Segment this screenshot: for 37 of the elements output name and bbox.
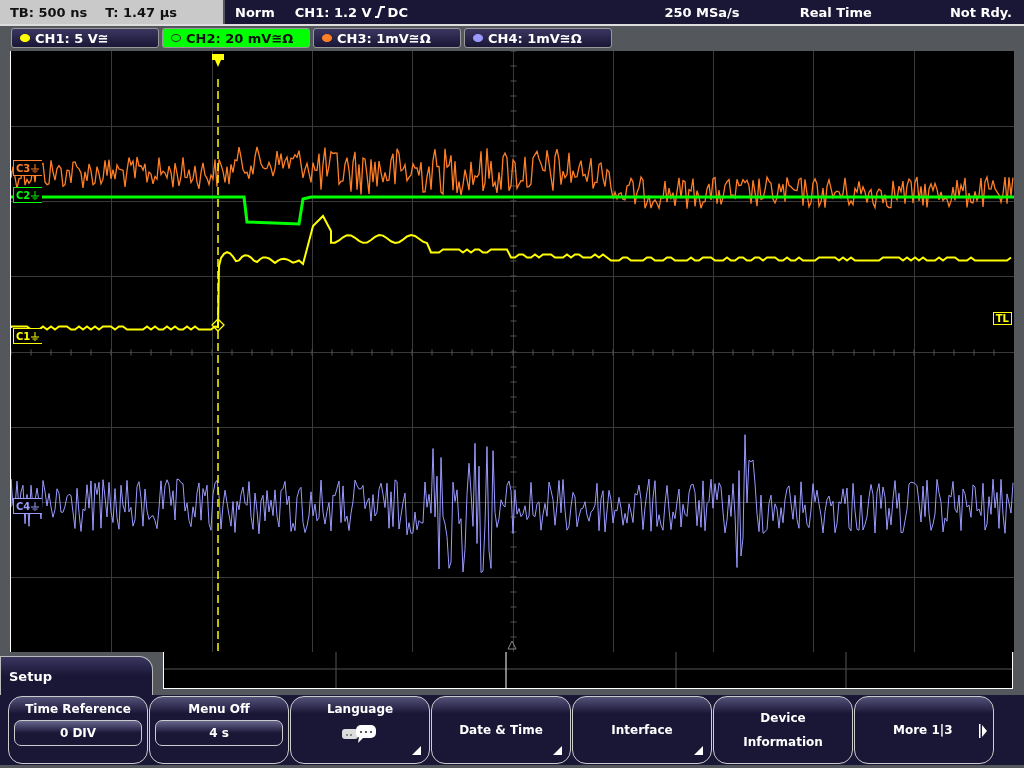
trigger-level-marker[interactable]: TL (992, 312, 1012, 325)
trigger-mode: Norm (235, 4, 275, 20)
softkey[interactable]: Device Information (713, 696, 853, 764)
value-field[interactable]: 4 s (155, 720, 283, 746)
menu-title: Setup (9, 669, 52, 684)
ground-icon (31, 190, 40, 200)
trigger-coupling: DC (387, 4, 408, 20)
acquisition-mode: Real Time (799, 4, 872, 20)
softkey[interactable]: Time Reference 0 DIV (8, 696, 148, 764)
channel-tab[interactable]: CH4: 1mV≅Ω (464, 28, 612, 48)
ground-icon (31, 163, 40, 173)
channel-marker[interactable]: C3 (13, 160, 43, 176)
ground-icon (31, 501, 40, 511)
softkey[interactable]: Interface (572, 696, 712, 764)
channel-tab[interactable]: CH1: 5 V≅ (11, 28, 159, 48)
channel-marker[interactable]: C2 (13, 187, 43, 203)
softkey[interactable]: Date & Time (431, 696, 571, 764)
time-readout: T: 1.47 µs (105, 4, 177, 20)
acquisition-state: Not Rdy. (949, 4, 1012, 20)
channel-marker[interactable]: C1 (13, 328, 43, 344)
trigger-source: CH1: 1.2 V (294, 4, 372, 20)
ground-icon (31, 331, 40, 341)
softkey[interactable]: Language (290, 696, 430, 764)
channel-tab[interactable]: CH2: 20 mV≅Ω (162, 28, 310, 48)
sample-rate: 250 MSa/s (664, 4, 740, 20)
channel-tab[interactable]: CH3: 1mV≅Ω (313, 28, 461, 48)
softkey[interactable]: Menu Off 4 s (149, 696, 289, 764)
softkey[interactable]: More 1|3 (854, 696, 994, 764)
next-page-icon (979, 724, 987, 738)
speech-bubbles-icon (341, 724, 379, 744)
value-field[interactable]: 0 DIV (14, 720, 142, 746)
center-marker-icon (507, 640, 517, 650)
rising-edge-icon (373, 5, 386, 19)
trigger-position-icon (212, 54, 224, 67)
channel-marker[interactable]: C4 (13, 498, 43, 514)
timebase-readout: TB: 500 ns (10, 4, 88, 20)
trigger-point-icon (211, 318, 225, 332)
